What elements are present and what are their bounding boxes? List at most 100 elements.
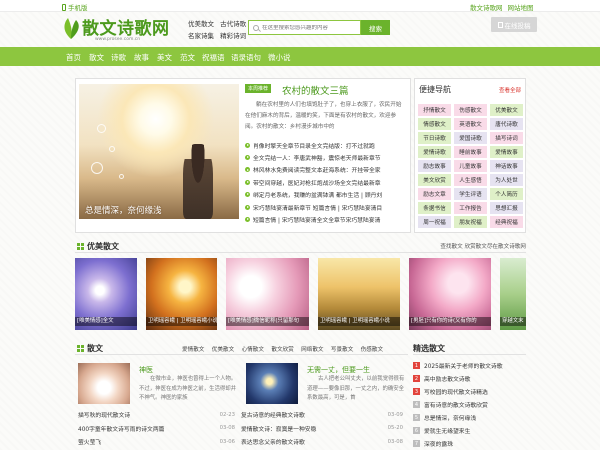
category-tag[interactable]: 唐代诗歌: [490, 118, 523, 130]
category-tag[interactable]: 抒情散文: [418, 104, 451, 116]
quick-link-famous-poets[interactable]: 名家诗集: [188, 32, 214, 40]
category-tag[interactable]: 节日诗歌: [418, 132, 451, 144]
category-tag[interactable]: 思想汇报: [490, 202, 523, 214]
site-logo[interactable]: 散文诗歌网 www.prosee.com.cn: [62, 14, 184, 44]
leaf-logo-icon: [64, 18, 79, 39]
list-item[interactable]: 400字童年散文诗写雨的诗文两篇 03-08: [78, 422, 235, 436]
list-item[interactable]: 肖像时擎天全章节目录全文完结版：打不过就跑: [245, 139, 409, 151]
list-item[interactable]: 复古诗意的经典散文诗歌 03-09: [241, 408, 403, 422]
tab-love-prose[interactable]: 爱情散文: [182, 345, 204, 353]
quick-link-poems[interactable]: 精彩诗词: [220, 32, 246, 40]
nav-micro-fiction[interactable]: 微小说: [268, 52, 291, 63]
site-home-link[interactable]: 散文诗歌网: [470, 2, 503, 12]
nav-prose[interactable]: 散文: [89, 52, 104, 63]
list-item[interactable]: 宋巧慧陆宴清最新章节 短篇言情 | 宋巧慧陆宴清目: [245, 201, 409, 213]
nav-quotes[interactable]: 语录语句: [231, 52, 261, 63]
list-item[interactable]: 表达思念父亲的散文诗歌 03-08: [241, 435, 403, 449]
list-item[interactable]: 描写秋的现代散文诗 02-23: [78, 408, 235, 422]
featured-image[interactable]: 总是情深，奈何缘浅: [79, 84, 239, 219]
arrow-bullet-icon: [245, 155, 250, 161]
category-tag[interactable]: 爱情故事: [490, 146, 523, 158]
submit-article-button[interactable]: 在线投稿: [491, 17, 537, 32]
nav-templates[interactable]: 范文: [180, 52, 195, 63]
quick-link-prose[interactable]: 优美散文: [188, 20, 214, 28]
search-input[interactable]: [262, 24, 360, 31]
tab-web-prose[interactable]: 网络散文: [301, 345, 323, 353]
category-tag[interactable]: 伤感散文: [454, 104, 487, 116]
list-item[interactable]: 带空间穿越，医妃对枪扛炮战沙场全文完结最新章: [245, 176, 409, 188]
tab-scenery-prose[interactable]: 写景散文: [331, 345, 353, 353]
list-item[interactable]: 3 写校园的现代散文诗精选: [413, 385, 526, 398]
list-item[interactable]: 4 富有诗意的散文诗歌欣赏: [413, 398, 526, 411]
category-tag[interactable]: 励志故事: [418, 160, 451, 172]
arrow-bullet-icon: [245, 204, 250, 210]
feature-title[interactable]: 神医: [139, 365, 153, 375]
category-tag[interactable]: 学生评语: [454, 188, 487, 200]
category-tag[interactable]: 爱国诗歌: [454, 132, 487, 144]
list-item[interactable]: 6 爱就生无缘望来生: [413, 424, 526, 437]
list-item-title: 复古诗意的经典散文诗歌: [241, 413, 305, 420]
gallery-thumbnail[interactable]: 穿越文末: [500, 258, 526, 330]
category-tag[interactable]: 条据书信: [418, 202, 451, 214]
list-item[interactable]: 1 2025最新关于老师的散文诗歌: [413, 359, 526, 372]
category-tag[interactable]: 睡前故事: [454, 146, 487, 158]
tab-mood-prose[interactable]: 心情散文: [242, 345, 264, 353]
category-tag[interactable]: 朋友祝福: [454, 216, 487, 228]
category-tag[interactable]: 英语散文: [454, 118, 487, 130]
category-tag[interactable]: 周一祝福: [418, 216, 451, 228]
list-item[interactable]: 林风林水免费阅读完整文本赶海系统：开挂带全家: [245, 164, 409, 176]
tab-prose-appreciation[interactable]: 散文欣赏: [271, 345, 293, 353]
prose-title: 散文: [77, 343, 103, 354]
list-item[interactable]: 2 高中励志散文诗歌: [413, 372, 526, 385]
category-tag[interactable]: 神话故事: [490, 160, 523, 172]
category-tag[interactable]: 工作报告: [454, 202, 487, 214]
list-item[interactable]: 爱情散文诗：寂寞是一种安稳 05-20: [241, 422, 403, 436]
sitemap-link[interactable]: 网站地图: [508, 2, 534, 12]
nav-stories[interactable]: 故事: [134, 52, 149, 63]
category-tag[interactable]: 优美散文: [490, 104, 523, 116]
list-item[interactable]: 5 总是情深，奈何缘浅: [413, 411, 526, 424]
featured-title[interactable]: 农村的散文三篇: [282, 83, 349, 97]
category-tag[interactable]: 励志文章: [418, 188, 451, 200]
list-item[interactable]: 7 深夜的露珠: [413, 437, 526, 450]
gallery-thumbnail[interactable]: 卫明瑶容峨 | 卫明瑶容峨小说: [146, 258, 217, 330]
search-button[interactable]: 搜索: [361, 20, 390, 35]
tab-sad-prose[interactable]: 伤感散文: [361, 345, 383, 353]
feature-thumbnail[interactable]: [246, 363, 298, 404]
gallery-thumbnail[interactable]: 卫明瑶容峨 | 卫明瑶容峨小说: [318, 258, 400, 330]
category-tag[interactable]: 美文欣赏: [418, 174, 451, 186]
category-tag[interactable]: 人生感悟: [454, 174, 487, 186]
nav-home[interactable]: 首页: [66, 52, 81, 63]
list-item[interactable]: 全文完结一人：李唐武神豁，震惊老天师最新章节: [245, 151, 409, 163]
gallery-thumbnail[interactable]: [唯美情感]全文: [75, 258, 137, 330]
category-tag[interactable]: 爱情诗歌: [418, 146, 451, 158]
list-item-title: 总是情深，奈何缘浅: [424, 416, 477, 422]
mobile-version-link[interactable]: 手机版: [62, 2, 88, 12]
nav-blessings[interactable]: 祝福语: [202, 52, 225, 63]
list-item-date: 03-08: [387, 438, 403, 445]
list-item[interactable]: 萤火莹飞 03-06: [78, 435, 235, 449]
quick-nav-grid: 抒情散文 伤感散文 优美散文 情感散文 英语散文 唐代诗歌 节日诗歌 爱国诗歌 …: [418, 104, 524, 228]
feature-thumbnail[interactable]: [78, 363, 130, 404]
nav-essays[interactable]: 美文: [157, 52, 172, 63]
category-tag[interactable]: 个人简历: [490, 188, 523, 200]
list-item-title: 高中励志散文诗歌: [424, 377, 471, 383]
thumbnail-caption: [男胚]只有你的诗(又有你的: [409, 317, 491, 326]
feature-title[interactable]: 无需一丈，但要一生: [307, 365, 370, 375]
list-item[interactable]: 绑定月老系统，我赚的盆满钵满 都市生活 | 顾丹刘: [245, 189, 409, 201]
nav-poetry[interactable]: 诗歌: [111, 52, 126, 63]
category-tag[interactable]: 情感散文: [418, 118, 451, 130]
gallery-thumbnail[interactable]: [男胚]只有你的诗(又有你的: [409, 258, 491, 330]
list-item[interactable]: 短篇言情 | 宋巧慧陆宴清全文全章节宋巧慧陆宴清: [245, 213, 409, 225]
quick-link-ancient-poetry[interactable]: 古代诗歌: [220, 20, 246, 28]
gallery-header: 优美散文 查找散文 欣赏散文尽在散文诗歌网: [75, 239, 526, 253]
category-tag[interactable]: 经典祝福: [490, 216, 523, 228]
thumbnail-caption: [唯美情感]微信昵称(只留那句: [226, 317, 309, 326]
gallery-thumbnail[interactable]: [唯美情感]微信昵称(只留那句: [226, 258, 309, 330]
top-links: 散文诗歌网 网站地图: [470, 2, 534, 12]
category-tag[interactable]: 为人处世: [490, 174, 523, 186]
tab-beautiful-prose[interactable]: 优美散文: [212, 345, 234, 353]
view-all-link[interactable]: 查看全部: [499, 86, 521, 94]
category-tag[interactable]: 儿童故事: [454, 160, 487, 172]
category-tag[interactable]: 描写诗词: [490, 132, 523, 144]
